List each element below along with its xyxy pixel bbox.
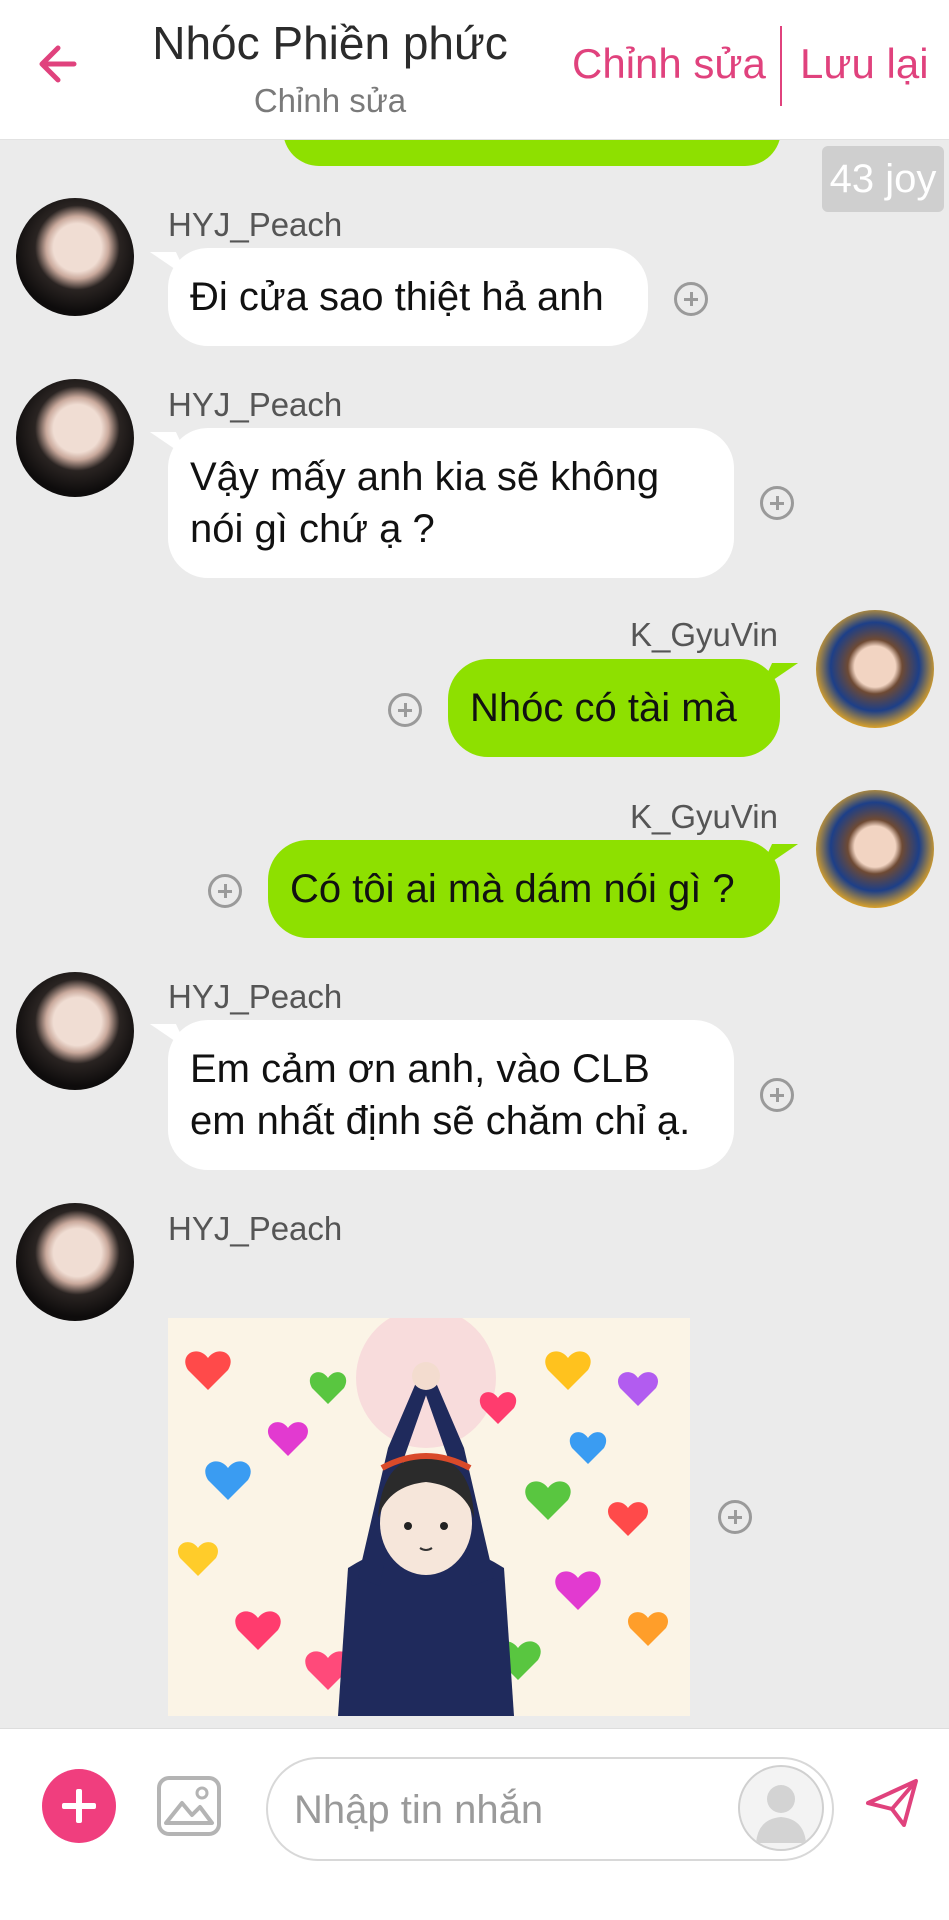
header-divider bbox=[780, 26, 782, 106]
add-attachment-button[interactable] bbox=[42, 1769, 116, 1843]
add-reaction-icon[interactable] bbox=[760, 486, 794, 520]
message-text-line: Em cảm ơn anh, vào CLB bbox=[190, 1047, 650, 1091]
add-reaction-icon[interactable] bbox=[208, 874, 242, 908]
joy-badge: 43 joy bbox=[822, 146, 944, 212]
user-avatar-icon[interactable] bbox=[738, 1765, 824, 1851]
header: Nhóc Phiền phức Chỉnh sửa Chỉnh sửa Lưu … bbox=[0, 0, 949, 140]
message-bubble[interactable]: Có tôi ai mà dám nói gì ? bbox=[268, 840, 780, 938]
back-arrow-icon[interactable] bbox=[30, 36, 86, 92]
hearts-sticker-image[interactable] bbox=[168, 1318, 690, 1716]
avatar[interactable] bbox=[16, 972, 134, 1090]
message-text-line: Nhóc có tài mà bbox=[470, 686, 737, 730]
message-text-line: Vậy mấy anh kia sẽ không bbox=[190, 455, 660, 499]
edit-button[interactable]: Chỉnh sửa bbox=[572, 40, 766, 88]
message-username: HYJ_Peach bbox=[168, 386, 343, 423]
message-text-line: Đi cửa sao thiệt hả anh bbox=[190, 275, 604, 319]
avatar[interactable] bbox=[16, 1203, 134, 1321]
send-icon[interactable] bbox=[864, 1775, 920, 1831]
message-username: HYJ_Peach bbox=[168, 1210, 343, 1247]
message-username: K_GyuVin bbox=[630, 798, 778, 835]
person-silhouette-icon bbox=[756, 1785, 806, 1843]
avatar[interactable] bbox=[16, 379, 134, 497]
avatar[interactable] bbox=[16, 198, 134, 316]
add-reaction-icon[interactable] bbox=[388, 693, 422, 727]
add-reaction-icon[interactable] bbox=[760, 1078, 794, 1112]
message-text-line: Có tôi ai mà dám nói gì ? bbox=[290, 867, 735, 911]
message-input-wrapper bbox=[266, 1757, 834, 1861]
message-text-line: em nhất định sẽ chăm chỉ ạ. bbox=[190, 1099, 691, 1143]
sticker-illustration bbox=[168, 1318, 690, 1716]
image-icon[interactable] bbox=[156, 1775, 222, 1837]
message-username: HYJ_Peach bbox=[168, 978, 343, 1015]
message-input[interactable] bbox=[292, 1759, 736, 1861]
message-bubble[interactable]: Em cảm ơn anh, vào CLB em nhất định sẽ c… bbox=[168, 1020, 734, 1170]
message-bubble[interactable]: Nhóc có tài mà bbox=[448, 659, 780, 757]
avatar[interactable] bbox=[816, 790, 934, 908]
chat-subtitle: Chỉnh sửa bbox=[253, 82, 407, 119]
add-reaction-icon[interactable] bbox=[718, 1500, 752, 1534]
save-button[interactable]: Lưu lại bbox=[800, 40, 929, 88]
avatar[interactable] bbox=[816, 610, 934, 728]
chat-screen: Nhóc Phiền phức Chỉnh sửa Chỉnh sửa Lưu … bbox=[0, 0, 949, 1920]
message-bubble[interactable]: Đi cửa sao thiệt hả anh bbox=[168, 248, 648, 346]
composer-bar bbox=[0, 1728, 949, 1920]
message-username: K_GyuVin bbox=[630, 616, 778, 653]
chat-title: Nhóc Phiền phức bbox=[152, 17, 508, 69]
message-bubble[interactable]: Vậy mấy anh kia sẽ không nói gì chứ ạ ? bbox=[168, 428, 734, 578]
message-username: HYJ_Peach bbox=[168, 206, 343, 243]
add-reaction-icon[interactable] bbox=[674, 282, 708, 316]
message-text-line: nói gì chứ ạ ? bbox=[190, 507, 435, 551]
